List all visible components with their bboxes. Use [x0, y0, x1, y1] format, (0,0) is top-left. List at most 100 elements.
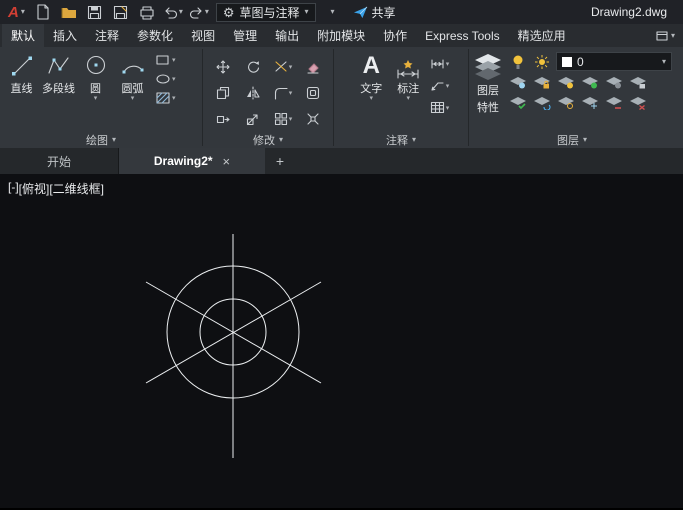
- annotation-panel-label[interactable]: 注释 ▾: [334, 132, 468, 148]
- drawing-geometry[interactable]: [0, 174, 683, 510]
- hatch-tool-button[interactable]: ▾: [155, 88, 176, 107]
- ribbon-tab-home[interactable]: 默认: [2, 24, 44, 47]
- ribbon-tab-manage[interactable]: 管理: [224, 24, 266, 47]
- leader-button[interactable]: ▾: [430, 76, 450, 95]
- layer-dropdown[interactable]: 0 ▾: [556, 52, 672, 71]
- ribbon-tab-express-tools[interactable]: Express Tools: [416, 24, 508, 47]
- qat-customize-button[interactable]: ▾: [321, 1, 345, 23]
- dimension-label: 标注: [397, 80, 419, 96]
- layer-properties-button[interactable]: 图层 特性: [472, 50, 504, 132]
- copy-tool-button[interactable]: [216, 86, 230, 100]
- layer-walk-icon: [557, 96, 575, 110]
- draw-panel-label[interactable]: 绘图 ▾: [0, 132, 202, 148]
- layer-freeze-other-icon: [581, 96, 599, 110]
- polyline-tool-button[interactable]: 多段线: [40, 50, 77, 132]
- new-drawing-tab-button[interactable]: +: [265, 148, 295, 174]
- layer-delete-button[interactable]: [628, 94, 648, 111]
- line-tool-button[interactable]: 直线: [3, 50, 40, 132]
- scale-tool-button[interactable]: [246, 112, 260, 126]
- table-button[interactable]: ▾: [430, 98, 450, 117]
- chevron-down-icon: ▾: [172, 75, 176, 83]
- ribbon-tab-output[interactable]: 输出: [266, 24, 308, 47]
- stretch-icon: [216, 112, 230, 126]
- viewport-visual-style-button[interactable]: [二维线框]: [49, 180, 104, 197]
- drawing-tab[interactable]: Drawing2* ×: [119, 148, 265, 174]
- layer-on-button[interactable]: [508, 53, 528, 70]
- autocad-window: A ▾ ▾ ▾ ⚙ 草图与注释 ▾: [0, 0, 683, 508]
- ribbon-tab-parametric[interactable]: 参数化: [128, 24, 182, 47]
- drawing-canvas[interactable]: [-] [俯视] [二维线框]: [0, 174, 683, 508]
- save-as-button[interactable]: [109, 1, 133, 23]
- ribbon-tab-view[interactable]: 视图: [182, 24, 224, 47]
- new-file-button[interactable]: [31, 1, 55, 23]
- layer-off-icon: [557, 76, 575, 90]
- text-tool-button[interactable]: A 文字 ▾: [353, 50, 390, 132]
- open-file-button[interactable]: [57, 1, 81, 23]
- array-tool-button[interactable]: ▾: [274, 112, 293, 126]
- modify-panel-label[interactable]: 修改 ▾: [203, 132, 333, 148]
- ellipse-tool-button[interactable]: ▾: [155, 69, 176, 88]
- trim-tool-button[interactable]: ▾: [274, 60, 293, 74]
- chevron-down-icon: ▾: [289, 89, 293, 97]
- layer-sun-button[interactable]: [532, 53, 552, 70]
- layer-unisolate-button[interactable]: [604, 74, 624, 91]
- save-button[interactable]: [83, 1, 107, 23]
- viewport-label: [-] [俯视] [二维线框]: [8, 180, 104, 197]
- panel-label-text: 修改: [253, 132, 275, 148]
- close-tab-button[interactable]: ×: [223, 154, 231, 169]
- layer-properties-label-2: 特性: [477, 99, 499, 115]
- ribbon-display-toggle[interactable]: ▾: [648, 24, 683, 47]
- layer-freeze-button[interactable]: [508, 74, 528, 91]
- viewport-view-button[interactable]: [俯视]: [19, 180, 50, 197]
- layer-previous-button[interactable]: [532, 94, 552, 111]
- chevron-down-icon: ▾: [94, 96, 98, 102]
- rectangle-tool-button[interactable]: ▾: [155, 50, 176, 69]
- layer-unlock-icon: [629, 76, 647, 90]
- layer-lock-button[interactable]: [532, 74, 552, 91]
- layer-walk-button[interactable]: [556, 94, 576, 111]
- ribbon-tab-featured-apps[interactable]: 精选应用: [509, 24, 575, 47]
- chevron-down-icon: ▾: [331, 8, 335, 16]
- rotate-tool-button[interactable]: [246, 60, 260, 74]
- arc-tool-button[interactable]: 圆弧 ▾: [114, 50, 151, 132]
- fillet-tool-button[interactable]: ▾: [274, 86, 293, 100]
- dimension-tool-button[interactable]: 标注 ▾: [390, 50, 427, 132]
- chevron-down-icon: ▾: [205, 8, 209, 16]
- app-menu-button[interactable]: A ▾: [4, 0, 29, 24]
- chevron-down-icon: ▾: [446, 60, 450, 68]
- layer-match-button[interactable]: [508, 94, 528, 111]
- move-tool-button[interactable]: [216, 60, 230, 74]
- ribbon-tab-annotate[interactable]: 注释: [86, 24, 128, 47]
- linear-dimension-button[interactable]: ▾: [430, 54, 450, 73]
- undo-button[interactable]: ▾: [161, 1, 185, 23]
- ribbon-tab-addins[interactable]: 附加模块: [308, 24, 374, 47]
- redo-button[interactable]: ▾: [187, 1, 211, 23]
- layer-off-button[interactable]: [556, 74, 576, 91]
- share-button[interactable]: 共享: [347, 4, 402, 21]
- layer-isolate-button[interactable]: [580, 74, 600, 91]
- mirror-tool-button[interactable]: [246, 86, 260, 100]
- layer-merge-button[interactable]: [604, 94, 624, 111]
- layers-panel-label[interactable]: 图层 ▾: [469, 132, 675, 148]
- ribbon: 直线 多段线 圆 ▾ 圆弧 ▾: [0, 47, 683, 148]
- layer-merge-icon: [605, 96, 623, 110]
- erase-tool-button[interactable]: [306, 60, 320, 74]
- plot-button[interactable]: [135, 1, 159, 23]
- linear-dimension-icon: [430, 56, 445, 71]
- modify-panel: ▾ ▾ ▾ 修改 ▾: [203, 47, 333, 148]
- chevron-down-icon: ▾: [172, 56, 176, 64]
- tab-label: 精选应用: [518, 27, 566, 44]
- viewport-controls-button[interactable]: [-]: [8, 180, 19, 197]
- layer-freeze-other-button[interactable]: [580, 94, 600, 111]
- explode-tool-button[interactable]: [306, 112, 320, 126]
- layer-unlock-button[interactable]: [628, 74, 648, 91]
- offset-tool-button[interactable]: [306, 86, 320, 100]
- table-icon: [430, 100, 445, 115]
- workspace-selector[interactable]: ⚙ 草图与注释 ▾: [216, 3, 316, 22]
- stretch-tool-button[interactable]: [216, 112, 230, 126]
- ribbon-tab-insert[interactable]: 插入: [44, 24, 86, 47]
- circle-tool-button[interactable]: 圆 ▾: [77, 50, 114, 132]
- ribbon-tab-collaborate[interactable]: 协作: [374, 24, 416, 47]
- erase-icon: [306, 60, 320, 74]
- start-tab[interactable]: 开始: [0, 148, 119, 174]
